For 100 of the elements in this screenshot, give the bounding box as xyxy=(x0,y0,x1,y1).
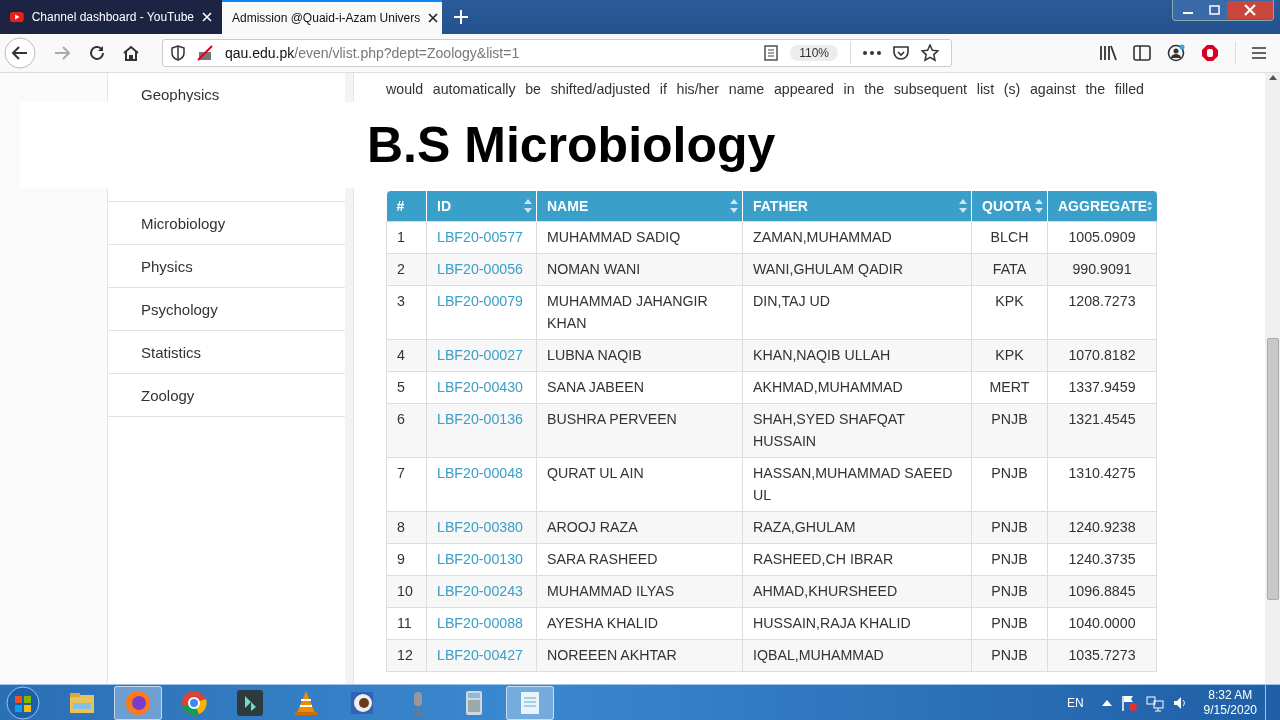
table-cell: 10 xyxy=(386,575,427,607)
id-link[interactable]: LBF20-00136 xyxy=(426,403,537,457)
table-cell: 1208.7273 xyxy=(1047,285,1157,339)
reader-view-icon[interactable] xyxy=(764,45,779,61)
table-cell: 1240.3735 xyxy=(1047,543,1157,575)
table-cell: 8 xyxy=(386,511,427,543)
close-button[interactable] xyxy=(1227,1,1273,19)
pocket-icon[interactable] xyxy=(893,45,909,61)
close-icon[interactable] xyxy=(428,13,439,23)
table-cell: 2 xyxy=(386,253,427,285)
table-cell: 1040.0000 xyxy=(1047,607,1157,639)
network-icon[interactable] xyxy=(1145,693,1164,712)
id-link[interactable]: LBF20-00380 xyxy=(426,511,537,543)
table-cell: 4 xyxy=(386,339,427,371)
flag-icon[interactable] xyxy=(1119,693,1138,712)
id-link[interactable]: LBF20-00056 xyxy=(426,253,537,285)
id-link[interactable]: LBF20-00048 xyxy=(426,457,537,511)
back-icon[interactable] xyxy=(4,37,36,69)
table-cell: 6 xyxy=(386,403,427,457)
scroll-thumb[interactable] xyxy=(1266,338,1279,600)
column-header[interactable]: AGGREGATE xyxy=(1047,191,1157,221)
shield-icon xyxy=(171,45,185,61)
table-cell: 1096.8845 xyxy=(1047,575,1157,607)
column-header[interactable]: ID xyxy=(426,191,537,221)
column-header[interactable]: # xyxy=(386,191,427,221)
sidebar-link[interactable]: Microbiology xyxy=(141,214,226,232)
insecure-lock-icon xyxy=(197,45,213,61)
table-cell: AROOJ RAZA xyxy=(536,511,743,543)
table-cell: BUSHRA PERVEEN xyxy=(536,403,743,457)
play-logo-icon xyxy=(10,11,24,23)
column-header[interactable]: QUOTA xyxy=(971,191,1048,221)
banner-title: B.S Microbiology xyxy=(367,116,776,174)
table-cell: PNJB xyxy=(971,511,1048,543)
table-cell: NOMAN WANI xyxy=(536,253,743,285)
table-cell: KHAN,NAQIB ULLAH xyxy=(742,339,972,371)
home-icon[interactable] xyxy=(122,44,140,62)
id-link[interactable]: LBF20-00430 xyxy=(426,371,537,403)
sidebar-link[interactable]: Psychology xyxy=(141,300,218,318)
table-cell: 1005.0909 xyxy=(1047,221,1157,253)
table-cell: 3 xyxy=(386,285,427,339)
language-indicator[interactable]: EN xyxy=(1066,695,1084,710)
browser-tab[interactable]: Admission @Quaid-i-Azam Univers xyxy=(222,0,442,34)
notepad-taskbar-button[interactable] xyxy=(506,685,554,720)
id-link[interactable]: LBF20-00079 xyxy=(426,285,537,339)
id-link[interactable]: LBF20-00088 xyxy=(426,607,537,639)
plus-icon[interactable] xyxy=(454,10,468,24)
table-cell: KPK xyxy=(971,285,1048,339)
table-cell: SARA RASHEED xyxy=(536,543,743,575)
table-cell: 12 xyxy=(386,639,427,671)
start-button[interactable] xyxy=(6,685,40,720)
table-cell: RAZA,GHULAM xyxy=(742,511,972,543)
paragraph: would automatically be shifted/adjusted if his/her name appeared in the subsequent list (s) against the filled xyxy=(386,80,1144,99)
sidebar-link[interactable]: Zoology xyxy=(141,386,195,404)
sidebar-link[interactable]: Geophysics xyxy=(141,86,220,103)
table-cell: 1070.8182 xyxy=(1047,339,1157,371)
table-cell: MUHAMMAD ILYAS xyxy=(536,575,743,607)
column-header[interactable]: NAME xyxy=(536,191,743,221)
id-link[interactable]: LBF20-00243 xyxy=(426,575,537,607)
table-cell: KPK xyxy=(971,339,1048,371)
table-cell: PNJB xyxy=(971,543,1048,575)
table-cell: 1240.9238 xyxy=(1047,511,1157,543)
account-icon[interactable] xyxy=(1167,44,1185,62)
table-cell: 1337.9459 xyxy=(1047,371,1157,403)
id-link[interactable]: LBF20-00130 xyxy=(426,543,537,575)
clock[interactable]: 8:32 AM 9/15/2020 xyxy=(1203,687,1257,718)
table-cell: 1 xyxy=(386,221,427,253)
id-link[interactable]: LBF20-00027 xyxy=(426,339,537,371)
sidebar-link[interactable]: Statistics xyxy=(141,343,201,361)
table-cell: 7 xyxy=(386,457,427,511)
sidebar-icon[interactable] xyxy=(1133,45,1151,61)
browser-tab[interactable]: Channel dashboard - YouTube xyxy=(0,0,222,34)
library-icon[interactable] xyxy=(1099,45,1117,61)
table-cell: NOREEEN AKHTAR xyxy=(536,639,743,671)
table-cell: PNJB xyxy=(971,607,1048,639)
column-header[interactable]: FATHER xyxy=(742,191,972,221)
scroll-up-icon[interactable] xyxy=(1268,75,1277,80)
table-cell: RASHEED,CH IBRAR xyxy=(742,543,972,575)
table-cell: 1035.7273 xyxy=(1047,639,1157,671)
table-cell: FATA xyxy=(971,253,1048,285)
table-cell: MUHAMMAD JAHANGIR KHAN xyxy=(536,285,743,339)
table-cell: DIN,TAJ UD xyxy=(742,285,972,339)
table-cell: BLCH xyxy=(971,221,1048,253)
zoom-level[interactable]: 110% xyxy=(790,45,838,61)
table-cell: PNJB xyxy=(971,457,1048,511)
id-link[interactable]: LBF20-00427 xyxy=(426,639,537,671)
table-cell: 990.9091 xyxy=(1047,253,1157,285)
menu-icon[interactable] xyxy=(1252,47,1266,59)
more-icon[interactable] xyxy=(863,51,881,55)
editor-icon xyxy=(235,687,265,718)
show-hidden-icons-icon[interactable] xyxy=(1101,699,1112,706)
address-bar[interactable]: qau.edu.pk/even/vlist.php?dept=Zoology&list=1 110% xyxy=(162,39,952,67)
star-icon[interactable] xyxy=(921,44,939,62)
table-cell: 11 xyxy=(386,607,427,639)
scrollbar[interactable] xyxy=(1265,73,1280,684)
firefox-taskbar-button[interactable] xyxy=(114,685,162,720)
stop-sign-icon[interactable] xyxy=(1201,44,1219,62)
table-cell: HUSSAIN,RAJA KHALID xyxy=(742,607,972,639)
reload-icon[interactable] xyxy=(88,44,106,62)
id-link[interactable]: LBF20-00577 xyxy=(426,221,537,253)
sidebar-link[interactable]: Physics xyxy=(141,257,193,275)
